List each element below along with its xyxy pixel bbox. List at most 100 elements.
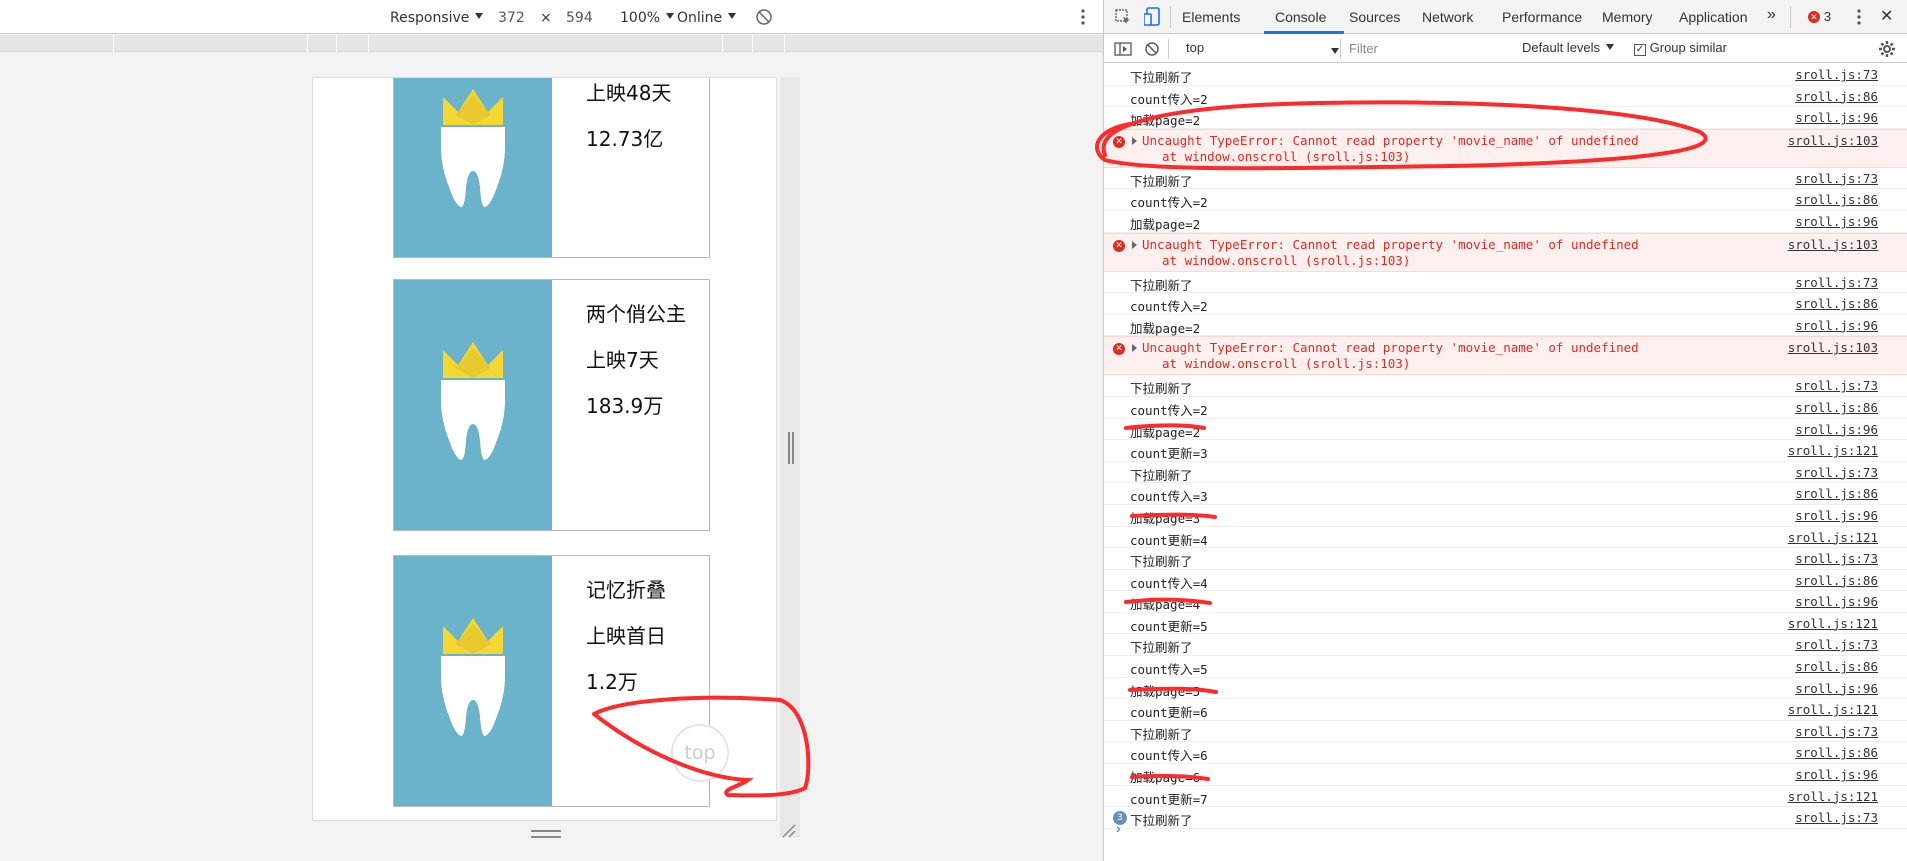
- source-link[interactable]: sroll.js:96: [1795, 110, 1878, 125]
- source-link[interactable]: sroll.js:96: [1795, 318, 1878, 333]
- tab-elements[interactable]: Elements: [1182, 9, 1240, 25]
- zoom-select[interactable]: 100%: [620, 9, 675, 27]
- source-link[interactable]: sroll.js:73: [1795, 378, 1878, 393]
- rotate-icon[interactable]: [755, 8, 773, 26]
- device-viewport[interactable]: 上映48天 12.73亿 两个俏公主 上映7天 183.9万 记忆折叠 上映首日: [312, 77, 777, 821]
- expand-triangle-icon[interactable]: [1132, 344, 1137, 353]
- console-log-row[interactable]: 下拉刷新了 sroll.js:73: [1104, 375, 1907, 397]
- console-error-row[interactable]: ✕ Uncaught TypeError: Cannot read propert…: [1104, 128, 1907, 168]
- close-devtools-button[interactable]: ✕: [1880, 6, 1893, 26]
- resize-handle-right[interactable]: [788, 432, 794, 464]
- console-log-row[interactable]: 下拉刷新了 sroll.js:73: [1104, 272, 1907, 294]
- console-log-row[interactable]: 3 下拉刷新了 sroll.js:73: [1104, 807, 1907, 829]
- media-query-ruler[interactable]: [0, 35, 1103, 52]
- source-link[interactable]: sroll.js:73: [1795, 810, 1878, 825]
- source-link[interactable]: sroll.js:73: [1795, 67, 1878, 82]
- source-link[interactable]: sroll.js:121: [1788, 530, 1878, 545]
- console-error-row[interactable]: ✕ Uncaught TypeError: Cannot read propert…: [1104, 232, 1907, 272]
- console-log-row[interactable]: count传入=2 sroll.js:86: [1104, 293, 1907, 315]
- inspect-element-icon[interactable]: [1114, 8, 1132, 26]
- console-log-row[interactable]: count更新=7 sroll.js:121: [1104, 786, 1907, 808]
- source-link[interactable]: sroll.js:86: [1795, 296, 1878, 311]
- source-link[interactable]: sroll.js:96: [1795, 422, 1878, 437]
- filter-input[interactable]: Filter: [1344, 38, 1514, 60]
- width-input[interactable]: 372: [498, 9, 525, 27]
- source-link[interactable]: sroll.js:73: [1795, 171, 1878, 186]
- console-log-row[interactable]: count传入=5 sroll.js:86: [1104, 656, 1907, 678]
- movie-card[interactable]: 两个俏公主 上映7天 183.9万: [393, 279, 710, 531]
- source-link[interactable]: sroll.js:73: [1795, 637, 1878, 652]
- console-log-row[interactable]: count传入=2 sroll.js:86: [1104, 189, 1907, 211]
- clear-console-icon[interactable]: [1144, 41, 1160, 57]
- console-log-row[interactable]: 下拉刷新了 sroll.js:73: [1104, 634, 1907, 657]
- resize-handle-bottom[interactable]: [531, 830, 561, 838]
- console-log-row[interactable]: 加载page=2 sroll.js:96: [1104, 107, 1907, 129]
- console-log-row[interactable]: 下拉刷新了 sroll.js:73: [1104, 64, 1907, 86]
- more-options-icon[interactable]: [1080, 8, 1086, 26]
- expand-triangle-icon[interactable]: [1132, 136, 1137, 145]
- console-log-row[interactable]: count传入=6 sroll.js:86: [1104, 742, 1907, 765]
- source-link[interactable]: sroll.js:73: [1795, 551, 1878, 566]
- console-log-row[interactable]: 下拉刷新了 sroll.js:73: [1104, 462, 1907, 484]
- device-toolbar-icon[interactable]: [1144, 7, 1162, 27]
- console-log-row[interactable]: 加载page=2 sroll.js:96: [1104, 315, 1907, 337]
- more-options-icon[interactable]: [1856, 8, 1862, 26]
- tab-performance[interactable]: Performance: [1502, 9, 1582, 25]
- error-counter[interactable]: ✕ 3: [1808, 8, 1831, 24]
- back-to-top-button[interactable]: top: [671, 724, 729, 782]
- source-link[interactable]: sroll.js:96: [1795, 681, 1878, 696]
- expand-triangle-icon[interactable]: [1132, 240, 1137, 249]
- console-log-row[interactable]: count更新=5 sroll.js:121: [1104, 613, 1907, 635]
- resize-corner-icon[interactable]: [781, 823, 797, 839]
- source-link[interactable]: sroll.js:103: [1788, 237, 1878, 252]
- console-log-row[interactable]: 下拉刷新了 sroll.js:73: [1104, 721, 1907, 743]
- console-log-row[interactable]: count更新=6 sroll.js:121: [1104, 699, 1907, 721]
- console-log-row[interactable]: count更新=3 sroll.js:121: [1104, 440, 1907, 462]
- source-link[interactable]: sroll.js:73: [1795, 724, 1878, 739]
- tab-network[interactable]: Network: [1422, 9, 1473, 25]
- source-link[interactable]: sroll.js:73: [1795, 465, 1878, 480]
- source-link[interactable]: sroll.js:73: [1795, 275, 1878, 290]
- source-link[interactable]: sroll.js:96: [1795, 767, 1878, 782]
- source-link[interactable]: sroll.js:86: [1795, 400, 1878, 415]
- console-log-row[interactable]: count更新=4 sroll.js:121: [1104, 527, 1907, 549]
- console-log-row[interactable]: count传入=4 sroll.js:86: [1104, 570, 1907, 592]
- console-log-row[interactable]: 加载page=6 sroll.js:96: [1104, 764, 1907, 786]
- source-link[interactable]: sroll.js:86: [1795, 192, 1878, 207]
- source-link[interactable]: sroll.js:86: [1795, 745, 1878, 760]
- source-link[interactable]: sroll.js:86: [1795, 486, 1878, 501]
- source-link[interactable]: sroll.js:86: [1795, 573, 1878, 588]
- console-log[interactable]: 下拉刷新了 sroll.js:73 count传入=2 sroll.js:86 加载pa…: [1104, 64, 1907, 829]
- tab-console[interactable]: Console: [1275, 9, 1326, 25]
- source-link[interactable]: sroll.js:96: [1795, 214, 1878, 229]
- movie-card[interactable]: 记忆折叠 上映首日 1.2万: [393, 555, 710, 807]
- source-link[interactable]: sroll.js:121: [1788, 443, 1878, 458]
- height-input[interactable]: 594: [566, 9, 593, 27]
- context-select[interactable]: top: [1186, 40, 1204, 55]
- tab-sources[interactable]: Sources: [1349, 9, 1400, 25]
- source-link[interactable]: sroll.js:86: [1795, 89, 1878, 104]
- source-link[interactable]: sroll.js:103: [1788, 133, 1878, 148]
- source-link[interactable]: sroll.js:86: [1795, 659, 1878, 674]
- console-log-row[interactable]: 加载page=5 sroll.js:96: [1104, 678, 1907, 700]
- console-log-row[interactable]: 加载page=2 sroll.js:96: [1104, 211, 1907, 233]
- source-link[interactable]: sroll.js:121: [1788, 789, 1878, 804]
- console-prompt-icon[interactable]: ›: [1116, 820, 1121, 836]
- group-similar-checkbox[interactable]: ✓ Group similar: [1634, 40, 1727, 56]
- console-log-row[interactable]: 加载page=2 sroll.js:96: [1104, 419, 1907, 441]
- console-log-row[interactable]: count传入=2 sroll.js:86: [1104, 86, 1907, 108]
- console-log-row[interactable]: count传入=3 sroll.js:86: [1104, 483, 1907, 505]
- more-tabs-button[interactable]: »: [1767, 6, 1776, 24]
- sidebar-toggle-icon[interactable]: [1114, 42, 1132, 56]
- gear-icon[interactable]: [1878, 40, 1896, 58]
- console-log-row[interactable]: 下拉刷新了 sroll.js:73: [1104, 548, 1907, 570]
- console-log-row[interactable]: 下拉刷新了 sroll.js:73: [1104, 168, 1907, 190]
- movie-card[interactable]: 上映48天 12.73亿: [393, 78, 710, 258]
- log-levels-select[interactable]: Default levels: [1522, 40, 1615, 55]
- source-link[interactable]: sroll.js:96: [1795, 594, 1878, 609]
- tab-application[interactable]: Application: [1679, 9, 1748, 25]
- source-link[interactable]: sroll.js:103: [1788, 340, 1878, 355]
- console-log-row[interactable]: 加载page=4 sroll.js:96: [1104, 591, 1907, 613]
- throttle-select[interactable]: Online: [677, 9, 737, 27]
- source-link[interactable]: sroll.js:121: [1788, 616, 1878, 631]
